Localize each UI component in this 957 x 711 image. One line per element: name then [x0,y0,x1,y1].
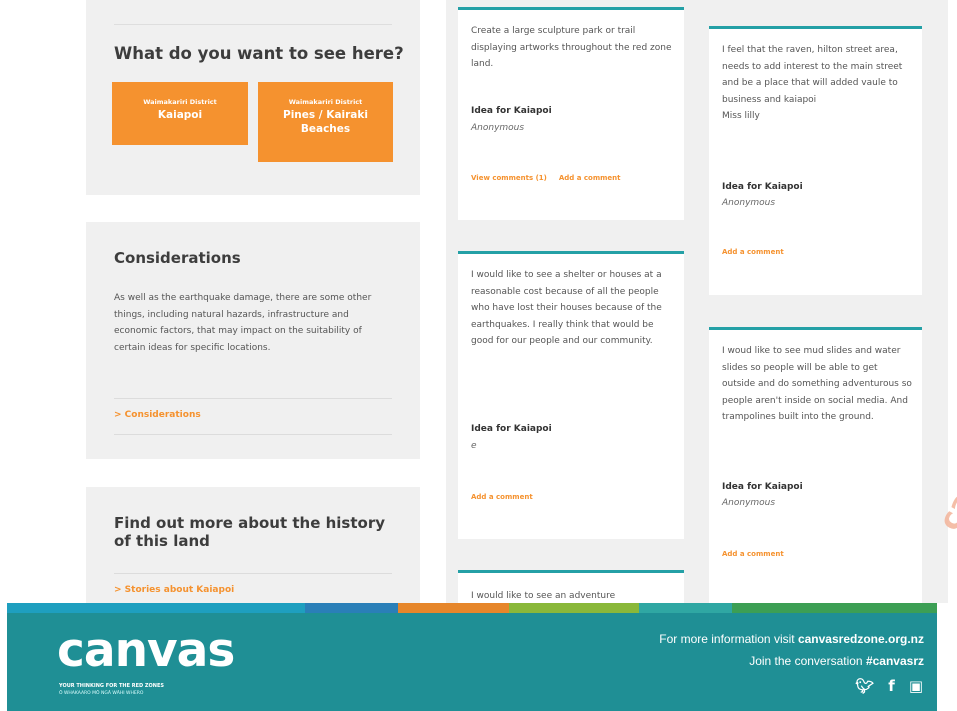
button-district-label: Waimakariri District [288,98,363,106]
idea-location: Idea for Kaiapoi [471,424,552,434]
kaiapoi-button[interactable]: Waimakariri District Kaiapoi [112,82,248,145]
idea-author: e [471,441,477,451]
card-actions: Add a comment [722,244,784,261]
idea-text: Create a large sculpture park or trail d… [471,26,672,69]
history-heading: Find out more about the history of this … [114,514,386,550]
add-comment-link[interactable]: Add a comment [722,550,784,558]
pines-kairaki-button[interactable]: Waimakariri District Pines / Kairaki Bea… [258,82,393,162]
instagram-icon[interactable]: ▣ [909,677,923,695]
site-footer: canvas YOUR THINKING FOR THE RED ZONES Ō… [7,603,937,711]
stories-link[interactable]: > Stories about Kaiapoi [114,585,234,595]
considerations-panel: Considerations As well as the earthquake… [86,222,420,459]
logo-tagline: YOUR THINKING FOR THE RED ZONES [59,683,164,689]
idea-text: I would like to see a shelter or houses … [471,270,662,346]
footer-info-prefix: For more information visit [659,632,795,646]
considerations-heading: Considerations [114,249,241,267]
button-location-label: Pines / Kairaki Beaches [283,109,368,135]
history-panel: Find out more about the history of this … [86,487,420,613]
footer-info-text: For more information visit canvasredzone… [659,632,924,646]
footer-website-link[interactable]: canvasredzone.org.nz [798,632,924,646]
idea-author: Anonymous [722,498,776,508]
footer-join-text: Join the conversation #canvasrz [749,654,924,668]
divider [114,434,392,435]
add-comment-link[interactable]: Add a comment [471,493,533,501]
idea-location: Idea for Kaiapoi [722,182,803,192]
add-comment-link[interactable]: Add a comment [559,174,621,182]
button-location-label: Kaiapoi [157,109,203,121]
idea-author: Anonymous [471,123,525,133]
card-actions: View comments (1) Add a comment [471,170,621,187]
logo-tagline-maori: Ō WHAKAARO MŌ NGĀ WĀHI WHERO [59,691,144,696]
footer-join-prefix: Join the conversation [749,654,863,668]
idea-location: Idea for Kaiapoi [722,482,803,492]
card-actions: Add a comment [471,489,533,506]
card-actions: Add a comment [722,546,784,563]
view-comments-link[interactable]: View comments (1) [471,174,547,182]
what-to-see-heading: What do you want to see here? [114,44,404,63]
idea-text: I feel that the raven, hilton street are… [722,45,903,121]
divider [114,398,392,399]
add-comment-link[interactable]: Add a comment [722,248,784,256]
idea-card: I would like to see a shelter or houses … [458,251,684,539]
twitter-icon[interactable]: 🐦︎ [855,677,874,695]
idea-location: Idea for Kaiapoi [471,106,552,116]
divider [114,24,392,25]
idea-author: Anonymous [722,198,776,208]
considerations-body: As well as the earthquake damage, there … [114,293,372,353]
facebook-icon[interactable]: f [888,677,895,695]
divider [114,573,392,574]
considerations-link[interactable]: > Considerations [114,410,201,420]
social-icons: 🐦︎ f ▣ [855,677,923,695]
idea-card: I woud like to see mud slides and water … [709,327,922,603]
button-district-label: Waimakariri District [143,98,217,106]
idea-text: I woud like to see mud slides and water … [722,346,912,422]
idea-card: Create a large sculpture park or trail d… [458,7,684,220]
canvas-logo[interactable]: canvas [57,625,235,677]
footer-hashtag[interactable]: #canvasrz [866,654,924,668]
idea-card: I feel that the raven, hilton street are… [709,26,922,295]
color-stripe [7,603,937,613]
